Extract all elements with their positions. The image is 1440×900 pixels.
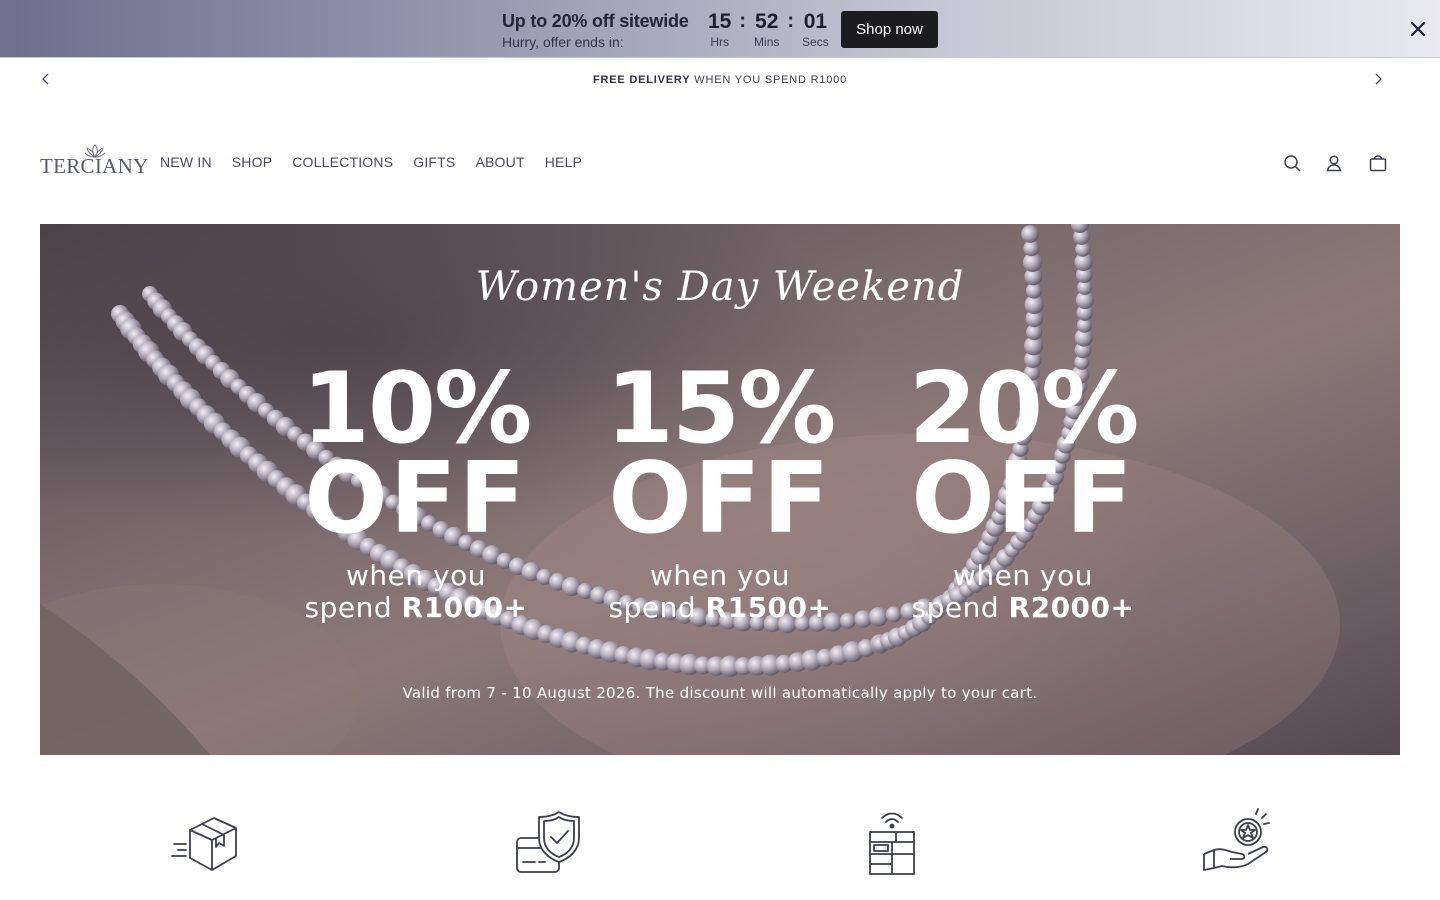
offer-percent: 20% [908, 352, 1140, 466]
timer-minutes-value: 52 [755, 10, 779, 33]
offer-line2: spend [608, 591, 706, 624]
logo-text: TERCIANY [40, 154, 149, 178]
offer-percent: 10% [301, 352, 533, 466]
nav-item-new-in[interactable]: NEW IN [160, 154, 212, 170]
timer-seconds-value: 01 [803, 10, 828, 33]
offer-line1: when you [650, 559, 790, 592]
offer-condition: when you spend R2000+ [863, 560, 1183, 624]
offer-off: OFF [304, 442, 528, 556]
pearl [1021, 225, 1039, 243]
offer-amount: R1000+ [401, 591, 528, 624]
offer-line1: when you [953, 559, 1093, 592]
timer-seconds-label: Secs [802, 35, 829, 49]
timer-minutes-label: Mins [754, 35, 780, 49]
offer-amount: R1500+ [705, 591, 832, 624]
nav-item-about[interactable]: ABOUT [475, 154, 524, 170]
offer-condition: when you spend R1000+ [256, 560, 576, 624]
timer-hours-label: Hrs [710, 35, 730, 49]
hero-validity-note: Valid from 7 - 10 August 2026. The disco… [402, 684, 1038, 702]
nav-item-gifts[interactable]: GIFTS [413, 154, 455, 170]
logo[interactable]: TERCIANY [40, 144, 148, 180]
parcel-locker-icon [856, 808, 928, 880]
nav-item-help[interactable]: HELP [545, 154, 582, 170]
offer-line2: spend [304, 591, 402, 624]
account-icon[interactable] [1323, 152, 1345, 174]
promo-text: Up to 20% off sitewide Hurry, offer ends… [502, 11, 689, 50]
nav-item-shop[interactable]: SHOP [232, 154, 272, 170]
promo-subtitle: Hurry, offer ends in: [502, 34, 624, 50]
offer-off: OFF [608, 442, 832, 556]
announcement-bar: FREE DELIVERY WHEN YOU SPEND R1000 [0, 58, 1440, 102]
timer-separator: : [739, 10, 747, 32]
offer-line1: when you [346, 559, 486, 592]
timer-hours: 15 Hrs [708, 9, 731, 49]
offer-amount: R2000+ [1008, 591, 1135, 624]
promo-countdown-bar: Up to 20% off sitewide Hurry, offer ends… [0, 0, 1440, 58]
offer-20: 20% OFF when you spend R2000+ [863, 352, 1183, 624]
nav-item-collections[interactable]: COLLECTIONS [292, 154, 393, 170]
timer-minutes: 52 Mins [754, 9, 779, 49]
timer-seconds: 01 Secs [802, 9, 829, 49]
offer-percent: 15% [605, 352, 837, 466]
announcement-text: FREE DELIVERY WHEN YOU SPEND R1000 [0, 74, 1440, 86]
offer-15: 15% OFF when you spend R1500+ [560, 352, 880, 624]
reward-hand-icon [1200, 808, 1272, 880]
announcement-bold: FREE DELIVERY [593, 74, 691, 86]
hero-banner[interactable]: Women's Day Weekend 10% OFF when you spe… [40, 224, 1400, 755]
offer-condition: when you spend R1500+ [560, 560, 880, 624]
chevron-right-icon[interactable] [1370, 70, 1386, 88]
secure-payment-icon [513, 808, 585, 880]
site-header: TERCIANY NEW IN SHOP COLLECTIONS GIFTS A… [0, 130, 1440, 200]
timer-separator: : [787, 10, 795, 32]
announcement-message: WHEN YOU SPEND R1000 [690, 74, 847, 86]
offer-10: 10% OFF when you spend R1000+ [256, 352, 576, 624]
shop-now-button[interactable]: Shop now [841, 11, 938, 48]
main-nav: NEW IN SHOP COLLECTIONS GIFTS ABOUT HELP [160, 154, 602, 170]
timer-hours-value: 15 [708, 10, 732, 33]
countdown-timer: 15 Hrs : 52 Mins : 01 Secs [708, 9, 829, 49]
offer-off: OFF [911, 442, 1135, 556]
cart-icon[interactable] [1367, 152, 1389, 174]
hero-script-title: Women's Day Weekend [475, 264, 965, 310]
search-icon[interactable] [1281, 152, 1303, 174]
close-icon[interactable] [1406, 17, 1430, 41]
delivery-box-icon [170, 808, 242, 880]
offer-line2: spend [911, 591, 1009, 624]
promo-title: Up to 20% off sitewide [502, 11, 689, 31]
